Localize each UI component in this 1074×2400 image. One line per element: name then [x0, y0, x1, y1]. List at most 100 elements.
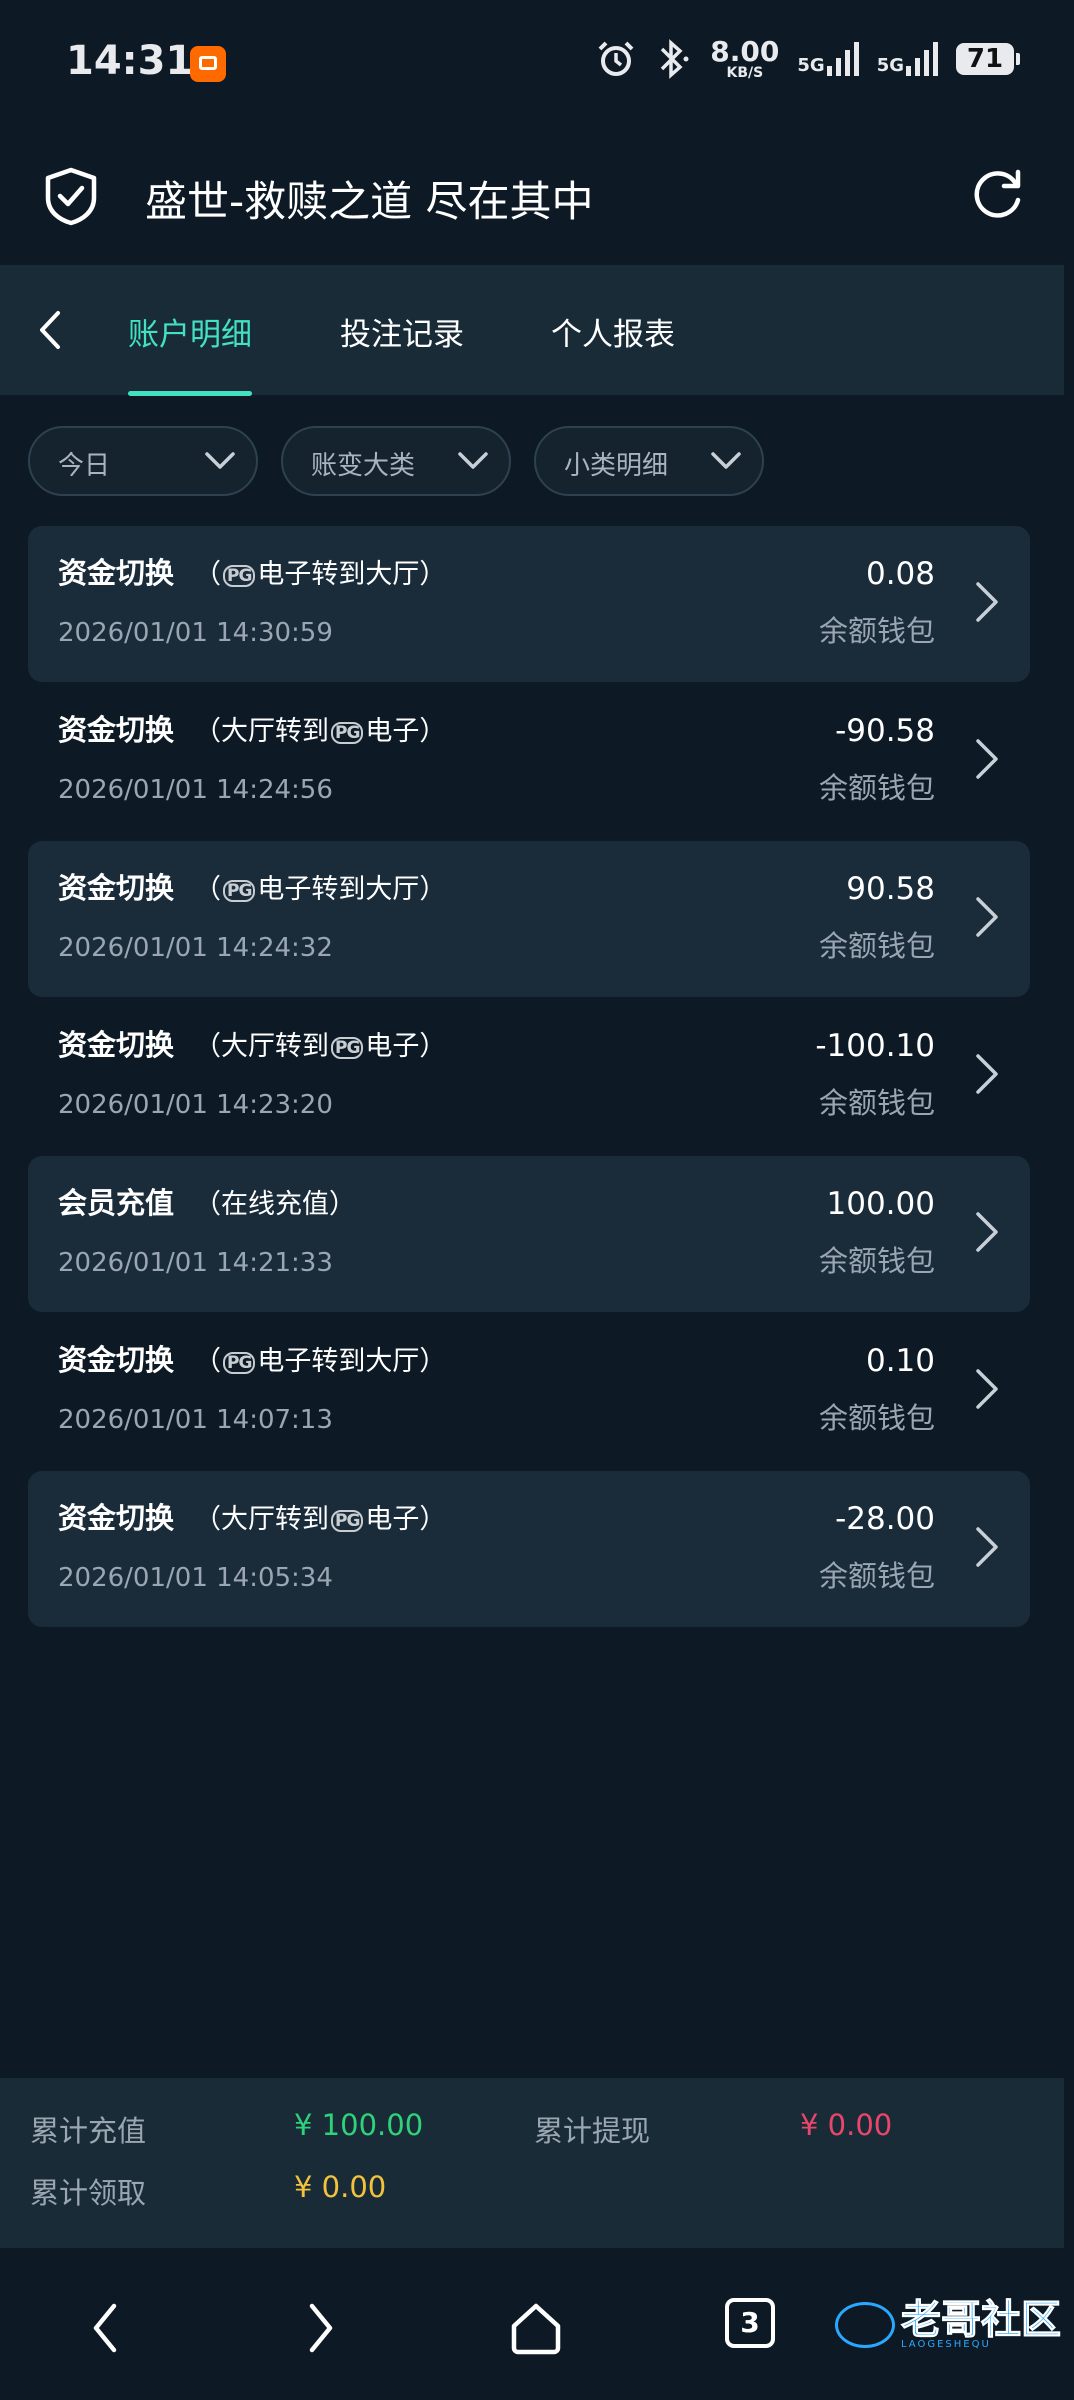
transaction-type: 资金切换 — [58, 713, 175, 747]
transaction-date: 2026/01/01 14:24:32 — [58, 933, 333, 963]
signal-2: 5G — [877, 42, 938, 76]
filter-date-label: 今日 — [58, 451, 111, 481]
filter-subcategory[interactable]: 小类明细 — [534, 426, 764, 496]
total-withdraw-value: ¥ 0.00 — [800, 2108, 893, 2142]
transaction-wallet: 余额钱包 — [818, 1559, 935, 1593]
total-withdraw-label: 累计提现 — [534, 2114, 651, 2148]
pg-logo-icon: PG — [223, 564, 256, 587]
filter-category-label: 账变大类 — [311, 451, 416, 481]
transaction-amount: 0.10 — [865, 1343, 935, 1379]
transaction-date: 2026/01/01 14:05:34 — [58, 1563, 333, 1593]
status-bar: 14:31 8.00 KB/S 5G 5G 71 — [0, 0, 1074, 130]
transaction-amount: 100.00 — [826, 1186, 935, 1222]
dragon-logo-icon — [835, 2302, 895, 2348]
signal-bars-icon — [906, 42, 938, 76]
chevron-right-icon — [976, 1054, 998, 1094]
home-icon[interactable] — [508, 2300, 564, 2356]
battery-icon: 71 — [956, 43, 1020, 75]
browser-nav-bar: 3 老哥社区 LAOGESHEQU — [0, 2250, 1074, 2400]
transaction-wallet: 余额钱包 — [818, 1086, 935, 1120]
total-recharge-value: ¥ 100.00 — [294, 2108, 424, 2142]
transaction-type: 资金切换 — [58, 556, 175, 590]
chevron-right-icon — [976, 1527, 998, 1567]
watermark-logo: 老哥社区 LAOGESHEQU — [835, 2297, 1062, 2350]
filter-subcategory-label: 小类明细 — [564, 451, 669, 481]
nav-forward-icon[interactable] — [304, 2300, 338, 2356]
transaction-amount: -28.00 — [835, 1501, 935, 1537]
signal-1: 5G — [797, 42, 859, 76]
transaction-row[interactable]: 资金切换 （PG 电子转到大厅） 2026/01/01 14:30:59 0.08… — [28, 526, 1030, 682]
transaction-detail: （在线充值） — [194, 1189, 356, 1220]
nav-back-icon[interactable] — [88, 2300, 122, 2356]
tab-account-details[interactable]: 账户明细 — [128, 309, 252, 354]
transaction-detail: （大厅转到 PG 电子） — [194, 716, 447, 747]
transaction-row[interactable]: 资金切换 （大厅转到 PG 电子） 2026/01/01 14:24:56 -90.… — [28, 683, 1030, 839]
transaction-type: 资金切换 — [58, 871, 175, 905]
pg-logo-icon: PG — [331, 1509, 364, 1532]
filter-category[interactable]: 账变大类 — [281, 426, 511, 496]
total-claim-label: 累计领取 — [30, 2176, 147, 2210]
transaction-wallet: 余额钱包 — [818, 614, 935, 648]
tab-personal-report[interactable]: 个人报表 — [551, 309, 675, 354]
total-claim-value: ¥ 0.00 — [294, 2170, 387, 2204]
transaction-row[interactable]: 资金切换 （大厅转到 PG 电子） 2026/01/01 14:05:34 -28.… — [28, 1471, 1030, 1627]
watermark-text: 老哥社区 — [901, 2297, 1062, 2343]
watermark-subtext: LAOGESHEQU — [901, 2339, 991, 2350]
transaction-amount: -100.10 — [815, 1028, 935, 1064]
pg-logo-icon: PG — [331, 721, 364, 744]
transaction-wallet: 余额钱包 — [818, 1401, 935, 1435]
transaction-wallet: 余额钱包 — [818, 929, 935, 963]
transaction-type: 会员充值 — [58, 1186, 175, 1220]
app-header: 盛世-救赎之道 尽在其中 — [0, 130, 1074, 265]
summary-panel: 累计充值 ¥ 100.00 累计提现 ¥ 0.00 累计领取 ¥ 0.00 — [0, 2078, 1064, 2248]
alarm-icon — [598, 41, 634, 76]
transaction-amount: 0.08 — [865, 556, 935, 592]
transaction-amount: 90.58 — [846, 871, 935, 907]
transaction-detail: （大厅转到 PG 电子） — [194, 1504, 447, 1535]
transaction-detail: （大厅转到 PG 电子） — [194, 1031, 447, 1062]
network-speed: 8.00 KB/S — [710, 35, 780, 81]
transaction-row[interactable]: 资金切换 （PG 电子转到大厅） 2026/01/01 14:07:13 0.10… — [28, 1313, 1030, 1469]
active-tab-indicator — [128, 391, 252, 396]
bluetooth-icon — [661, 39, 689, 79]
chevron-down-icon — [205, 452, 235, 469]
transaction-type: 资金切换 — [58, 1501, 175, 1535]
transaction-wallet: 余额钱包 — [818, 771, 935, 805]
chevron-right-icon — [976, 897, 998, 937]
transaction-row[interactable]: 资金切换 （大厅转到 PG 电子） 2026/01/01 14:23:20 -100… — [28, 998, 1030, 1154]
transaction-detail: （PG 电子转到大厅） — [194, 874, 447, 905]
page-title: 盛世-救赎之道 尽在其中 — [145, 177, 594, 226]
chevron-right-icon — [976, 582, 998, 622]
tab-count-button[interactable]: 3 — [725, 2298, 775, 2348]
chevron-right-icon — [976, 739, 998, 779]
pg-logo-icon: PG — [223, 879, 256, 902]
transaction-date: 2026/01/01 14:23:20 — [58, 1090, 333, 1120]
transaction-amount: -90.58 — [835, 713, 935, 749]
pg-logo-icon: PG — [331, 1036, 364, 1059]
filter-date[interactable]: 今日 — [28, 426, 258, 496]
shield-check-icon — [45, 167, 97, 226]
pg-logo-icon: PG — [223, 1351, 256, 1374]
notification-app-icon — [190, 46, 226, 82]
status-icons: 8.00 KB/S 5G 5G 71 — [596, 35, 1020, 81]
signal-bars-icon — [826, 42, 859, 76]
transaction-detail: （PG 电子转到大厅） — [194, 1346, 447, 1377]
back-chevron-icon[interactable] — [30, 307, 70, 353]
chevron-down-icon — [711, 452, 741, 469]
transaction-date: 2026/01/01 14:30:59 — [58, 618, 333, 648]
refresh-icon[interactable] — [970, 166, 1026, 222]
transaction-row[interactable]: 会员充值 （在线充值） 2026/01/01 14:21:33 100.00 余… — [28, 1156, 1030, 1312]
transaction-date: 2026/01/01 14:07:13 — [58, 1405, 333, 1435]
tab-bar: 账户明细 投注记录 个人报表 — [0, 265, 1064, 396]
transaction-type: 资金切换 — [58, 1343, 175, 1377]
transaction-wallet: 余额钱包 — [818, 1244, 935, 1278]
transaction-date: 2026/01/01 14:21:33 — [58, 1248, 333, 1278]
tab-bet-records[interactable]: 投注记录 — [340, 309, 464, 354]
transaction-type: 资金切换 — [58, 1028, 175, 1062]
transaction-date: 2026/01/01 14:24:56 — [58, 775, 333, 805]
chevron-right-icon — [976, 1369, 998, 1409]
chevron-right-icon — [976, 1212, 998, 1252]
status-time: 14:31 — [66, 38, 194, 84]
transaction-row[interactable]: 资金切换 （PG 电子转到大厅） 2026/01/01 14:24:32 90.5… — [28, 841, 1030, 997]
transaction-detail: （PG 电子转到大厅） — [194, 559, 447, 590]
